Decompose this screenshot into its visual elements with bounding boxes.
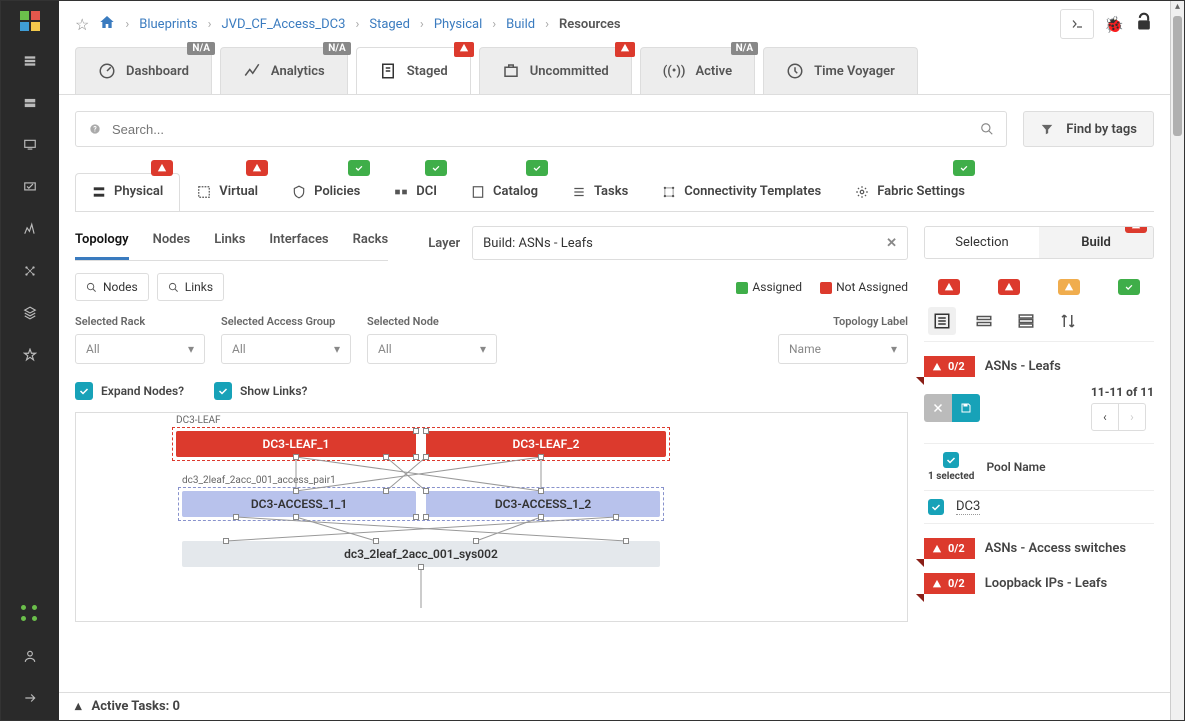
search-links-button[interactable]: Links [157,273,224,301]
warn-badge [454,42,474,57]
unlock-icon[interactable] [1134,12,1154,36]
pool-row-name: DC3 [956,499,980,515]
access-group-select[interactable]: All▾ [221,334,351,364]
footer-bar: ▴ Active Tasks: 0 [59,692,1170,720]
rail-apps-icon[interactable] [18,602,42,626]
build-warn-badge [1125,226,1147,233]
view-list-icon[interactable] [928,307,956,335]
topology-canvas[interactable]: DC3-LEAF DC3-LEAF_1 DC3-LEAF_2 dc3_2leaf… [75,412,908,622]
bug-icon[interactable]: 🐞 [1104,15,1124,34]
crumb-3[interactable]: Physical [434,17,482,32]
footer-expand-icon[interactable]: ▴ [75,699,82,714]
subtab-tasks[interactable]: Tasks [555,173,645,211]
tab-uncommitted[interactable]: Uncommitted [479,47,632,94]
subtab-policies[interactable]: Policies [275,173,377,211]
tab-time-voyager[interactable]: Time Voyager [763,47,918,94]
left-nav-rail [1,1,59,720]
crumb-0[interactable]: Blueprints [139,17,197,32]
save-button[interactable] [952,394,980,422]
node-access-1[interactable]: DC3-ACCESS_1_1 [182,491,416,517]
home-icon[interactable] [99,14,115,34]
section-flag-2: 0/2 [924,538,975,559]
subtab-connectivity[interactable]: Connectivity Templates [645,173,838,211]
crumb-4[interactable]: Build [506,17,535,32]
expand-nodes-toggle[interactable]: Expand Nodes? [75,382,184,400]
rail-icon-6[interactable] [18,259,42,283]
section-flag-3: 0/2 [924,573,975,594]
tab-staged[interactable]: Staged [356,47,471,94]
topo-label-select[interactable]: Name▾ [778,334,908,364]
rail-icon-4[interactable] [18,175,42,199]
status-pill-4 [1118,279,1140,295]
subtab-virtual[interactable]: Virtual [180,173,275,211]
rail-user-icon[interactable] [18,644,42,668]
tab-dashboard[interactable]: DashboardN/A [75,47,212,94]
breadcrumb-bar: ☆ › Blueprints› JVD_CF_Access_DC3› Stage… [59,1,1170,39]
search-box[interactable]: ? [75,111,1007,147]
section-flag-1: 0/2 [924,356,975,377]
show-links-toggle[interactable]: Show Links? [214,382,307,400]
find-by-tags-button[interactable]: Find by tags [1023,111,1154,147]
rail-icon-5[interactable] [18,217,42,241]
tab-interfaces[interactable]: Interfaces [269,226,328,260]
main-tabs: DashboardN/A AnalyticsN/A Staged Uncommi… [59,39,1170,95]
node-leaf-2[interactable]: DC3-LEAF_2 [426,431,666,457]
crumb-1[interactable]: JVD_CF_Access_DC3 [222,17,346,32]
vertical-scrollbar[interactable]: ▴ [1170,1,1184,720]
inner-tabs: Topology Nodes Links Interfaces Racks [75,226,388,261]
tab-topology[interactable]: Topology [75,226,129,260]
clear-icon[interactable]: ✕ [886,236,897,251]
legend-not-assigned: Not Assigned [820,280,908,294]
favorite-star-icon[interactable]: ☆ [75,15,89,34]
select-all-checkbox[interactable] [943,452,959,468]
rail-icon-2[interactable] [18,91,42,115]
svg-text:?: ? [93,125,97,133]
status-pill-3 [1058,279,1080,295]
active-tasks-label: Active Tasks: 0 [92,699,180,714]
tab-links[interactable]: Links [214,226,245,260]
rail-collapse-icon[interactable] [18,686,42,710]
view-sort-icon[interactable] [1054,307,1082,335]
subtab-dci[interactable]: DCI [377,173,454,211]
subtab-physical[interactable]: Physical [75,173,180,211]
layer-select[interactable]: Build: ASNs - Leafs✕ [472,226,908,260]
page-prev-button[interactable]: ‹ [1091,403,1119,431]
tab-active[interactable]: ((•))ActiveN/A [640,47,755,94]
legend-assigned: Assigned [736,280,802,294]
view-stack-icon[interactable] [1012,307,1040,335]
rail-icon-3[interactable] [18,133,42,157]
search-input[interactable] [112,122,970,137]
crumb-5: Resources [559,17,621,32]
search-icon[interactable] [980,122,994,136]
view-grid-icon[interactable] [970,307,998,335]
subtab-fabric[interactable]: Fabric Settings [838,173,982,211]
pool-row-checkbox[interactable] [928,499,944,515]
rail-icon-star[interactable] [18,343,42,367]
subtab-catalog[interactable]: Catalog [454,173,555,211]
status-pill-2 [998,279,1020,295]
cancel-button[interactable] [924,394,952,422]
page-next-button[interactable]: › [1118,403,1146,431]
app-logo [20,11,40,31]
tab-analytics[interactable]: AnalyticsN/A [220,47,348,94]
crumb-2[interactable]: Staged [369,17,410,32]
console-button[interactable] [1060,9,1094,39]
rack-select[interactable]: All▾ [75,334,205,364]
rail-icon-7[interactable] [18,301,42,325]
rail-icon-1[interactable] [18,49,42,73]
tab-nodes[interactable]: Nodes [153,226,191,260]
right-panel: Selection Build [924,226,1154,622]
sub-tabs: Physical Virtual Policies DCI Catalog Ta… [75,173,1154,212]
status-pill-1 [938,279,960,295]
layer-label: Layer [428,236,460,251]
search-nodes-button[interactable]: Nodes [75,273,149,301]
node-select[interactable]: All▾ [367,334,497,364]
rtab-selection[interactable]: Selection [925,227,1039,258]
tab-racks[interactable]: Racks [353,226,389,260]
